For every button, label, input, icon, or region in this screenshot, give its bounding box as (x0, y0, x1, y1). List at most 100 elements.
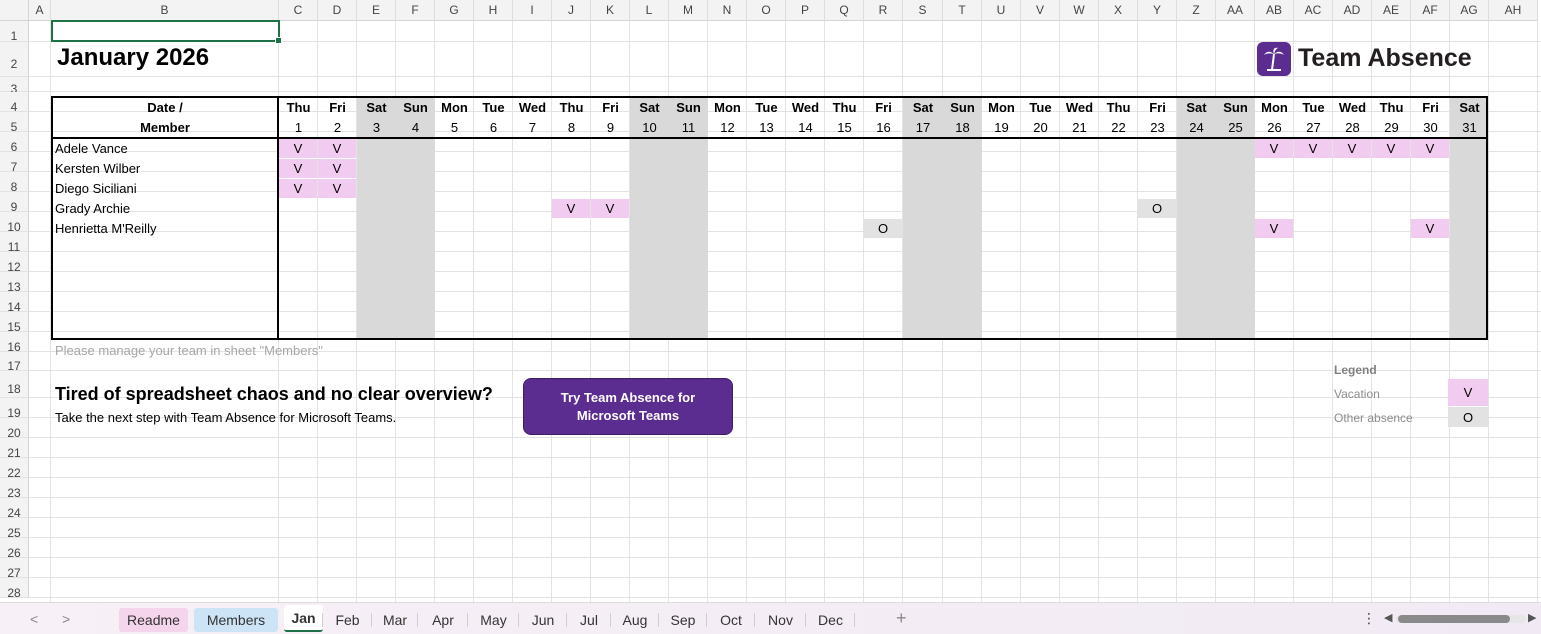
column-header-E[interactable]: E (357, 0, 396, 21)
row-header-17[interactable]: 17 (0, 352, 29, 373)
column-header-J[interactable]: J (552, 0, 591, 21)
row-header-22[interactable]: 22 (0, 458, 29, 480)
scroll-thumb[interactable] (1398, 615, 1510, 623)
column-header-N[interactable]: N (708, 0, 747, 21)
sheet-tab-jan[interactable]: Jan (284, 605, 323, 632)
row-header-25[interactable]: 25 (0, 518, 29, 540)
vacation-cell[interactable]: V (1372, 139, 1410, 158)
row-header-7[interactable]: 7 (0, 152, 29, 174)
sheet-tab-nov[interactable]: Nov (755, 608, 806, 632)
sheet-tab-jun[interactable]: Jun (519, 608, 567, 632)
sheet-tab-members[interactable]: Members (194, 608, 278, 632)
member-name[interactable]: Diego Siciliani (55, 181, 137, 196)
vacation-cell[interactable]: V (318, 139, 356, 158)
horizontal-scrollbar[interactable]: ◀ ▶ (1384, 611, 1538, 627)
row-header-19[interactable]: 19 (0, 398, 29, 420)
add-sheet-button[interactable]: + (896, 608, 907, 629)
other-absence-cell[interactable]: O (1138, 199, 1176, 218)
vacation-cell[interactable]: V (279, 179, 317, 198)
column-header-AF[interactable]: AF (1411, 0, 1450, 21)
column-header-X[interactable]: X (1099, 0, 1138, 21)
column-header-I[interactable]: I (513, 0, 552, 21)
row-header-23[interactable]: 23 (0, 478, 29, 500)
row-header-11[interactable]: 11 (0, 232, 29, 254)
row-header-5[interactable]: 5 (0, 112, 29, 134)
vacation-cell[interactable]: V (1333, 139, 1371, 158)
column-header-U[interactable]: U (982, 0, 1021, 21)
column-header-AB[interactable]: AB (1255, 0, 1294, 21)
column-header-D[interactable]: D (318, 0, 357, 21)
sheet-tab-feb[interactable]: Feb (323, 608, 372, 632)
row-header-2[interactable]: 2 (0, 42, 29, 77)
row-header-15[interactable]: 15 (0, 312, 29, 334)
member-name[interactable]: Adele Vance (55, 141, 128, 156)
other-absence-cell[interactable]: O (864, 219, 902, 238)
column-header-M[interactable]: M (669, 0, 708, 21)
sheet-tab-sep[interactable]: Sep (659, 608, 707, 632)
member-name[interactable]: Grady Archie (55, 201, 130, 216)
column-header-AA[interactable]: AA (1216, 0, 1255, 21)
row-header-26[interactable]: 26 (0, 538, 29, 560)
vacation-cell[interactable]: V (1255, 219, 1293, 238)
vacation-cell[interactable]: V (279, 139, 317, 158)
sheet-tab-may[interactable]: May (468, 608, 519, 632)
vacation-cell[interactable]: V (1255, 139, 1293, 158)
row-header-16[interactable]: 16 (0, 332, 29, 354)
vacation-cell[interactable]: V (591, 199, 629, 218)
column-header-R[interactable]: R (864, 0, 903, 21)
vacation-cell[interactable]: V (1294, 139, 1332, 158)
column-header-K[interactable]: K (591, 0, 630, 21)
row-header-8[interactable]: 8 (0, 172, 29, 194)
column-header-B[interactable]: B (51, 0, 279, 21)
column-header-P[interactable]: P (786, 0, 825, 21)
vacation-cell[interactable]: V (318, 179, 356, 198)
column-header-G[interactable]: G (435, 0, 474, 21)
sheet-tab-readme[interactable]: Readme (119, 608, 188, 632)
vacation-cell[interactable]: V (1411, 139, 1449, 158)
next-sheet-button[interactable]: > (62, 611, 70, 627)
column-header-AD[interactable]: AD (1333, 0, 1372, 21)
row-header-27[interactable]: 27 (0, 558, 29, 580)
row-header-24[interactable]: 24 (0, 498, 29, 520)
column-header-Y[interactable]: Y (1138, 0, 1177, 21)
column-header-H[interactable]: H (474, 0, 513, 21)
row-header-12[interactable]: 12 (0, 252, 29, 274)
sheet-tab-jul[interactable]: Jul (567, 608, 611, 632)
try-team-absence-button[interactable]: Try Team Absence for Microsoft Teams (523, 378, 733, 435)
row-header-14[interactable]: 14 (0, 292, 29, 314)
row-header-28[interactable]: 28 (0, 578, 29, 600)
column-header-V[interactable]: V (1021, 0, 1060, 21)
row-header-21[interactable]: 21 (0, 438, 29, 460)
row-header-3[interactable]: 3 (0, 77, 29, 96)
spreadsheet-grid[interactable]: A B C D E F G H I J K L M N O P Q R S T U V W X Y Z AA AB AC AD AE AF AG… (0, 0, 1541, 602)
member-name[interactable]: Kersten Wilber (55, 161, 140, 176)
column-header-W[interactable]: W (1060, 0, 1099, 21)
sheet-tab-aug[interactable]: Aug (611, 608, 659, 632)
column-header-AC[interactable]: AC (1294, 0, 1333, 21)
vacation-cell[interactable]: V (318, 159, 356, 178)
vacation-cell[interactable]: V (279, 159, 317, 178)
row-header-18[interactable]: 18 (0, 371, 29, 398)
column-header-F[interactable]: F (396, 0, 435, 21)
select-all-corner[interactable] (0, 0, 29, 21)
scroll-right-icon[interactable]: ▶ (1528, 611, 1536, 624)
column-header-A[interactable]: A (29, 0, 51, 21)
row-header-20[interactable]: 20 (0, 418, 29, 440)
sheet-tab-dec[interactable]: Dec (806, 608, 855, 632)
row-header-6[interactable]: 6 (0, 132, 29, 154)
column-header-C[interactable]: C (279, 0, 318, 21)
sheet-tab-mar[interactable]: Mar (372, 608, 418, 632)
column-header-AG[interactable]: AG (1450, 0, 1489, 21)
sheet-tab-apr[interactable]: Apr (418, 608, 468, 632)
column-header-AH[interactable]: AH (1489, 0, 1538, 21)
sheet-tab-oct[interactable]: Oct (707, 608, 755, 632)
row-header-9[interactable]: 9 (0, 192, 29, 214)
column-header-Q[interactable]: Q (825, 0, 864, 21)
row-header-4[interactable]: 4 (0, 92, 29, 114)
vacation-cell[interactable]: V (1411, 219, 1449, 238)
column-header-S[interactable]: S (903, 0, 943, 21)
column-header-AE[interactable]: AE (1372, 0, 1411, 21)
selected-cell-B1[interactable] (51, 20, 282, 44)
column-header-Z[interactable]: Z (1177, 0, 1216, 21)
prev-sheet-button[interactable]: < (30, 611, 38, 627)
